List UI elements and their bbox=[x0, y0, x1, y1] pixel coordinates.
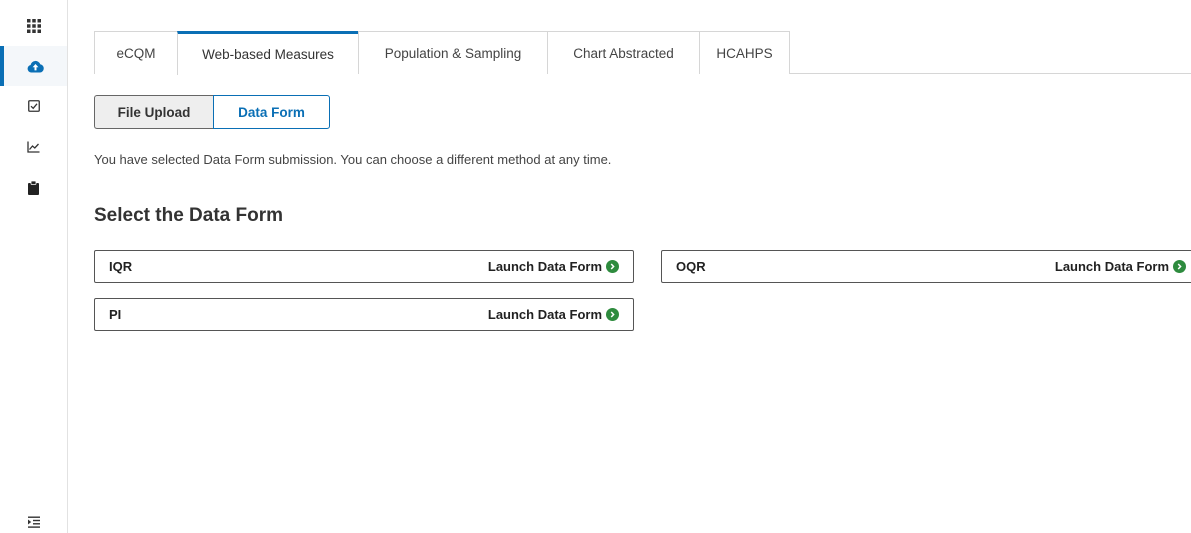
chevron-circle-right-icon bbox=[1173, 260, 1186, 273]
rail-item-clipboard[interactable] bbox=[0, 168, 67, 208]
file-upload-button[interactable]: File Upload bbox=[94, 95, 213, 129]
side-rail bbox=[0, 0, 68, 533]
tab-hcahps[interactable]: HCAHPS bbox=[699, 31, 790, 74]
line-chart-icon bbox=[27, 141, 40, 153]
form-name: IQR bbox=[109, 259, 133, 274]
tab-web-based-measures[interactable]: Web-based Measures bbox=[177, 31, 358, 75]
data-form-card-iqr: IQR Launch Data Form bbox=[94, 250, 634, 283]
rail-item-expand[interactable] bbox=[0, 502, 67, 533]
chevron-circle-right-icon bbox=[606, 260, 619, 273]
grid-icon bbox=[26, 19, 41, 33]
tab-population-sampling[interactable]: Population & Sampling bbox=[358, 31, 547, 74]
launch-data-form-link[interactable]: Launch Data Form bbox=[488, 259, 619, 274]
launch-data-form-link[interactable]: Launch Data Form bbox=[488, 307, 619, 322]
tab-ecqm[interactable]: eCQM bbox=[94, 31, 177, 74]
launch-data-form-link[interactable]: Launch Data Form bbox=[1055, 259, 1186, 274]
checkbox-icon bbox=[27, 100, 40, 112]
rail-item-apps[interactable] bbox=[0, 6, 67, 46]
form-name: PI bbox=[109, 307, 122, 322]
data-form-card-oqr: OQR Launch Data Form bbox=[661, 250, 1191, 283]
cloud-upload-icon bbox=[27, 60, 44, 73]
measure-tabs: eCQM Web-based Measures Population & Sam… bbox=[94, 31, 1191, 75]
chevron-circle-right-icon bbox=[606, 308, 619, 321]
form-name: OQR bbox=[676, 259, 706, 274]
expand-menu-icon bbox=[27, 516, 40, 528]
data-form-card-pi: PI Launch Data Form bbox=[94, 298, 634, 331]
data-form-button[interactable]: Data Form bbox=[213, 95, 330, 129]
section-title: Select the Data Form bbox=[94, 205, 283, 226]
clipboard-icon bbox=[28, 181, 39, 195]
submission-method-toggle: File Upload Data Form bbox=[94, 95, 330, 129]
method-notice: You have selected Data Form submission. … bbox=[94, 152, 612, 167]
tab-chart-abstracted[interactable]: Chart Abstracted bbox=[547, 31, 699, 74]
rail-item-tasks[interactable] bbox=[0, 86, 67, 126]
rail-item-upload[interactable] bbox=[0, 46, 67, 86]
rail-item-reports[interactable] bbox=[0, 127, 67, 167]
